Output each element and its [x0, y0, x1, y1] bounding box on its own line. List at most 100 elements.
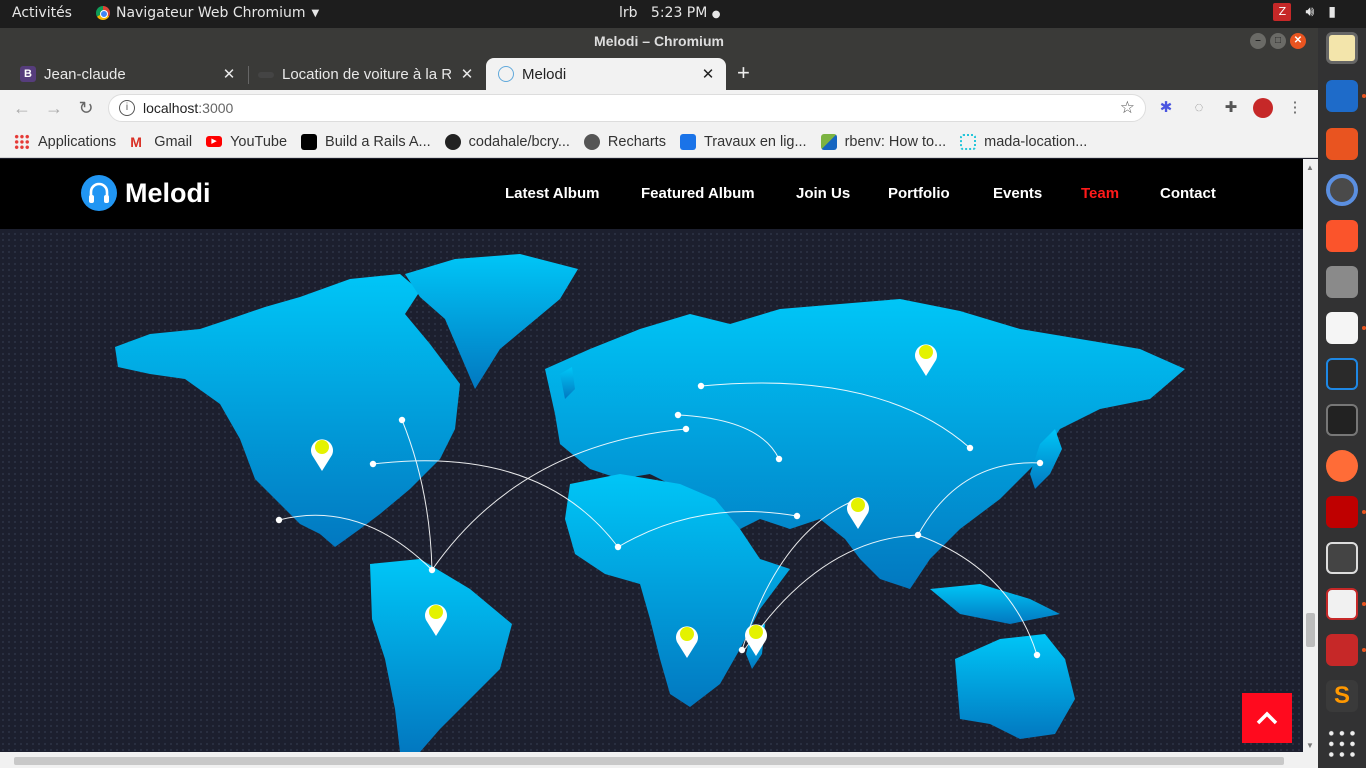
south-america-shape: [370, 559, 512, 752]
tab-location[interactable]: Location de voiture à la Ré ✕: [238, 58, 485, 90]
bookmark-label: mada-location...: [984, 133, 1088, 150]
horizontal-scrollbar[interactable]: [0, 752, 1318, 768]
tab-jean-claude[interactable]: B Jean-claude ✕: [0, 58, 247, 90]
url-host: localhost: [143, 100, 199, 116]
bootstrap-icon: B: [20, 66, 36, 82]
bookmark-mada-location[interactable]: mada-location...: [960, 133, 1088, 150]
filezilla-tray-icon[interactable]: Z: [1273, 3, 1292, 21]
nav-featured-album[interactable]: Featured Album: [641, 185, 755, 202]
avatar[interactable]: [1253, 98, 1273, 118]
tab-label: Jean-claude: [44, 65, 126, 83]
address-url: localhost:3000: [143, 100, 233, 116]
brave-icon[interactable]: [1326, 220, 1358, 252]
southeast-asia-shape: [930, 584, 1060, 624]
bookmark-label: Recharts: [607, 133, 666, 150]
nav-portfolio[interactable]: Portfolio: [888, 185, 950, 202]
window-title: Melodi – Chromium: [594, 33, 724, 49]
new-tab-button[interactable]: +: [737, 60, 750, 86]
video-editor-icon[interactable]: [1326, 542, 1358, 574]
software-center-icon[interactable]: [1326, 128, 1358, 160]
close-icon[interactable]: ✕: [1290, 33, 1306, 49]
sublime-icon[interactable]: S: [1326, 680, 1358, 712]
forward-button[interactable]: →: [42, 96, 66, 120]
bookmark-rails[interactable]: Build a Rails A...: [301, 133, 431, 150]
close-icon[interactable]: ✕: [221, 65, 237, 83]
site-logo[interactable]: Melodi: [81, 175, 211, 211]
nav-events[interactable]: Events: [993, 185, 1042, 202]
files-icon[interactable]: [1326, 266, 1358, 298]
dev-icon: [301, 133, 318, 150]
running-indicator: [1362, 648, 1366, 652]
bookmark-rbenv[interactable]: rbenv: How to...: [820, 133, 946, 150]
vscode-icon[interactable]: [1326, 358, 1358, 390]
libreoffice-writer-icon[interactable]: [1326, 80, 1358, 112]
tab-label: Location de voiture à la Ré: [282, 65, 451, 83]
bookmark-bcrypt[interactable]: codahale/bcry...: [444, 133, 570, 150]
bookmark-applications[interactable]: Applications: [14, 133, 116, 150]
battery-icon[interactable]: ▮: [1328, 4, 1336, 20]
running-indicator: [1362, 602, 1366, 606]
system-tray[interactable]: Z 🔊︎ ▮: [1273, 3, 1336, 21]
address-bar[interactable]: i localhost:3000 ☆: [108, 94, 1146, 122]
screenshot-icon[interactable]: [1326, 588, 1358, 620]
rbenv-icon: [820, 133, 837, 150]
info-icon[interactable]: i: [119, 100, 135, 116]
close-icon[interactable]: ✕: [459, 65, 475, 83]
bookmark-label: Gmail: [154, 133, 193, 150]
nav-latest-album[interactable]: Latest Album: [505, 185, 599, 202]
travaux-icon: [679, 133, 696, 150]
volume-icon[interactable]: 🔊︎: [1305, 4, 1314, 20]
bookmarks-bar: Applications M Gmail ▶ YouTube Build a R…: [0, 126, 1318, 158]
scroll-to-top-button[interactable]: [1242, 693, 1292, 743]
chromium-icon: [96, 6, 110, 20]
back-button[interactable]: ←: [10, 96, 34, 120]
postman-icon[interactable]: [1326, 450, 1358, 482]
minimize-icon[interactable]: –: [1250, 33, 1266, 49]
nav-join-us[interactable]: Join Us: [796, 185, 850, 202]
extension-ghost-icon[interactable]: ◌: [1189, 98, 1209, 118]
bookmark-travaux[interactable]: Travaux en lig...: [679, 133, 807, 150]
window-controls: – □ ✕: [1250, 33, 1306, 49]
menu-kebab-icon[interactable]: ⋮: [1285, 98, 1305, 118]
brand-name: Melodi: [125, 177, 211, 208]
reload-button[interactable]: ↻: [74, 96, 98, 120]
scrollbar-thumb[interactable]: [14, 757, 1284, 765]
tab-melodi[interactable]: Melodi ✕: [486, 58, 726, 90]
rhythmbox-icon[interactable]: [1326, 32, 1358, 64]
bookmark-youtube[interactable]: ▶ YouTube: [206, 134, 287, 150]
bookmark-recharts[interactable]: Recharts: [583, 133, 666, 150]
clock[interactable]: lrb 5:23 PM ●: [619, 5, 721, 21]
extension-puzzle-blue-icon[interactable]: ✱: [1156, 98, 1176, 118]
chromium-icon[interactable]: [1326, 174, 1358, 206]
bookmark-label: Travaux en lig...: [703, 133, 807, 150]
text-editor-icon[interactable]: [1326, 312, 1358, 344]
headphones-icon: [81, 175, 117, 211]
notification-dot-icon: ●: [711, 9, 721, 20]
activities-button[interactable]: Activités: [12, 5, 72, 21]
app-menu[interactable]: Navigateur Web Chromium ▼: [96, 5, 319, 21]
scroll-down-arrow-icon[interactable]: ▼: [1306, 741, 1314, 750]
nav-contact[interactable]: Contact: [1160, 185, 1216, 202]
tab-strip: B Jean-claude ✕ Location de voiture à la…: [0, 56, 1318, 90]
vertical-scrollbar[interactable]: ▲ ▼: [1303, 159, 1318, 752]
extensions-puzzle-icon[interactable]: ✚: [1221, 98, 1241, 118]
dotted-square-icon: [960, 133, 977, 150]
terminal-icon[interactable]: [1326, 404, 1358, 436]
bookmark-star-icon[interactable]: ☆: [1120, 98, 1135, 118]
bookmark-label: YouTube: [230, 133, 288, 150]
scrollbar-thumb[interactable]: [1306, 613, 1315, 647]
rubymine-icon[interactable]: [1326, 634, 1358, 666]
globe-icon: [583, 133, 600, 150]
bookmark-label: Build a Rails A...: [325, 133, 431, 150]
show-apps-icon[interactable]: [1326, 728, 1358, 760]
window-title-bar[interactable]: Melodi – Chromium – □ ✕: [0, 28, 1318, 56]
close-icon[interactable]: ✕: [700, 65, 716, 83]
gmail-icon: M: [130, 133, 142, 150]
maximize-icon[interactable]: □: [1270, 33, 1286, 49]
apps-grid-icon: [14, 133, 30, 150]
scroll-up-arrow-icon[interactable]: ▲: [1306, 163, 1314, 172]
bookmark-gmail[interactable]: M Gmail: [130, 134, 192, 150]
clock-time: 5:23 PM: [650, 5, 708, 21]
filezilla-icon[interactable]: [1326, 496, 1358, 528]
nav-team[interactable]: Team: [1081, 185, 1119, 202]
